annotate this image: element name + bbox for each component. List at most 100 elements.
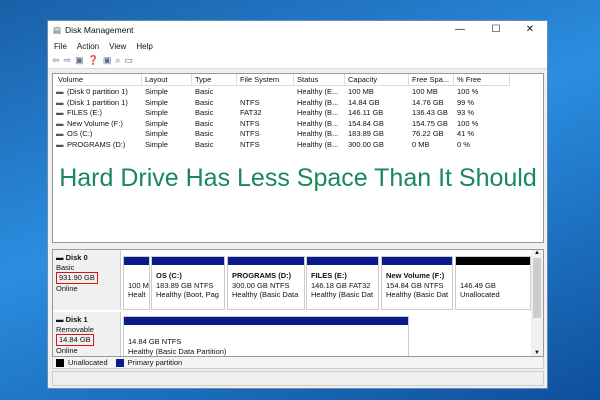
column-header[interactable]: Status xyxy=(294,74,345,86)
scroll-thumb[interactable] xyxy=(533,258,541,318)
partition[interactable]: OS (C:) 183.89 GB NTFS Healthy (Boot, Pag xyxy=(151,256,225,310)
partition-status: Healthy (Boot, Pag xyxy=(156,290,219,299)
partition[interactable]: PROGRAMS (D:) 300.00 GB NTFS Healthy (Basi… xyxy=(227,256,305,310)
unallocated-space[interactable]: 146.49 GB Unallocated xyxy=(455,256,531,310)
partition-size: 14.84 GB NTFS xyxy=(128,337,182,346)
column-header[interactable]: % Free xyxy=(454,74,510,86)
rescan-icon[interactable]: ⌕ xyxy=(115,55,120,66)
menu-help[interactable]: Help xyxy=(136,42,152,51)
app-icon: ▤ xyxy=(53,24,62,35)
column-header[interactable]: Type xyxy=(192,74,237,86)
partition-name: FILES (E:) xyxy=(311,271,347,280)
table-row[interactable]: ▬ OS (C:) Simple Basic NTFS Healthy (B... 183… xyxy=(53,129,543,140)
partition-info: OS (C:) 183.89 GB NTFS Healthy (Boot, Pag xyxy=(152,265,224,300)
table-cell: Basic xyxy=(195,97,214,107)
table-cell: PROGRAMS (D:) xyxy=(67,139,126,149)
legend: Unallocated Primary partition xyxy=(52,357,544,369)
volume-icon: ▬ xyxy=(56,118,64,128)
column-header[interactable]: Capacity xyxy=(345,74,409,86)
table-row[interactable]: ▬ FILES (E:) Simple Basic FAT32 Healthy (B..… xyxy=(53,108,543,119)
disk1-name: Disk 1 xyxy=(65,315,88,324)
primary-partition-bar xyxy=(152,257,224,265)
title-bar: ▤ Disk Management — ☐ ✕ xyxy=(48,21,547,39)
disk-management-window: ▤ Disk Management — ☐ ✕ File Action View… xyxy=(47,20,548,389)
disk-icon: ▬ xyxy=(56,315,66,324)
table-row[interactable]: ▬ New Volume (F:) Simple Basic NTFS Healthy … xyxy=(53,119,543,130)
window-title: Disk Management xyxy=(65,25,134,35)
table-cell: NTFS xyxy=(240,139,260,149)
table-cell: Simple xyxy=(145,139,168,149)
disk0-label[interactable]: ▬ Disk 0 Basic 931.90 GB Online xyxy=(53,250,121,310)
console-icon[interactable]: ▣ xyxy=(103,55,112,66)
menu-view[interactable]: View xyxy=(109,42,126,51)
table-cell: 100 MB xyxy=(412,87,438,96)
partition-name xyxy=(460,271,526,281)
vertical-scrollbar[interactable]: ▲ ▼ xyxy=(531,250,543,356)
settings-icon[interactable]: ▭ xyxy=(124,55,133,66)
partition-status: Healthy (Basic Data Partition) xyxy=(128,346,227,356)
menu-file[interactable]: File xyxy=(54,42,67,51)
partition[interactable]: FILES (E:) 146.18 GB FAT32 Healthy (Basic … xyxy=(306,256,379,310)
toolbar: ⇦ ⇨ ▣ ❓ ▣ ⌕ ▭ xyxy=(48,53,547,69)
partition-status: Unallocated xyxy=(460,290,500,299)
table-row[interactable]: ▬ PROGRAMS (D:) Simple Basic NTFS Healthy (B… xyxy=(53,140,543,151)
menu-action[interactable]: Action xyxy=(77,42,99,51)
partition-info: PROGRAMS (D:) 300.00 GB NTFS Healthy (Basi… xyxy=(228,265,304,300)
column-header[interactable]: File System xyxy=(237,74,294,86)
table-row[interactable]: ▬ (Disk 1 partition 1) Simple Basic NTFS Hea… xyxy=(53,98,543,109)
table-cell: 300.00 GB xyxy=(348,139,384,149)
disk-icon: ▬ xyxy=(56,253,66,262)
partition-info: 100 M Healt xyxy=(124,265,149,300)
disk1-label[interactable]: ▬ Disk 1 Removable 14.84 GB Online xyxy=(53,312,121,356)
volume-icon: ▬ xyxy=(56,87,64,96)
table-cell: New Volume (F:) xyxy=(67,118,123,128)
maximize-button[interactable]: ☐ xyxy=(481,21,511,39)
table-cell: 154.84 GB xyxy=(348,118,384,128)
partition-name: OS (C:) xyxy=(156,271,182,280)
table-cell: Simple xyxy=(145,129,168,138)
column-header[interactable]: Free Spa... xyxy=(409,74,454,86)
table-cell: NTFS xyxy=(240,97,260,107)
partition[interactable]: New Volume (F:) 154.84 GB NTFS Healthy (Ba… xyxy=(381,256,453,310)
disk-map: ▬ Disk 0 Basic 931.90 GB Online 100 M Hea… xyxy=(52,249,544,357)
partition-status: Healt xyxy=(128,290,146,299)
partition-status: Healthy (Basic Dat xyxy=(311,290,374,299)
table-cell: Simple xyxy=(145,108,168,117)
scroll-up-icon[interactable]: ▲ xyxy=(531,250,543,256)
volume-icon: ▬ xyxy=(56,139,64,149)
properties-icon[interactable]: ▣ xyxy=(75,55,84,66)
table-cell: 41 % xyxy=(457,129,475,138)
table-cell: Basic xyxy=(195,129,214,138)
disk1-partition[interactable]: 14.84 GB NTFS Healthy (Basic Data Partit… xyxy=(123,316,409,356)
table-cell: NTFS xyxy=(240,129,260,138)
disk0-size: 931.90 GB xyxy=(56,272,98,284)
disk0-name: Disk 0 xyxy=(65,253,88,262)
table-row[interactable]: ▬ (Disk 0 partition 1) Simple Basic Healthy… xyxy=(53,87,543,98)
back-icon[interactable]: ⇦ xyxy=(52,55,60,66)
column-header[interactable]: Volume xyxy=(55,74,142,86)
table-cell: Healthy (B... xyxy=(297,139,339,149)
table-cell: Healthy (B... xyxy=(297,129,339,138)
table-cell: Healthy (B... xyxy=(297,108,339,117)
scroll-down-icon[interactable]: ▼ xyxy=(531,350,543,356)
partition-size: 300.00 GB NTFS xyxy=(232,280,290,290)
partition-info: 146.49 GB Unallocated xyxy=(456,265,530,300)
table-cell: Basic xyxy=(195,118,214,128)
table-cell: FILES (E:) xyxy=(67,108,103,117)
partition[interactable]: 100 M Healt xyxy=(123,256,150,310)
help-icon[interactable]: ❓ xyxy=(88,55,99,66)
volume-icon: ▬ xyxy=(56,129,64,138)
partition-name: New Volume (F:) xyxy=(386,271,445,280)
partition-info: FILES (E:) 146.18 GB FAT32 Healthy (Basic … xyxy=(307,265,378,300)
forward-icon[interactable]: ⇨ xyxy=(64,55,72,66)
close-button[interactable]: ✕ xyxy=(515,21,545,39)
table-cell: Simple xyxy=(145,118,168,128)
partition-name: PROGRAMS (D:) xyxy=(232,271,292,280)
minimize-button[interactable]: — xyxy=(445,21,475,39)
unallocated-bar xyxy=(456,257,530,265)
column-header[interactable]: Layout xyxy=(142,74,192,86)
menu-bar: File Action View Help xyxy=(48,39,547,53)
table-cell: 100 % xyxy=(457,118,479,128)
table-cell: 136.43 GB xyxy=(412,108,448,117)
disk1-type: Removable xyxy=(56,324,94,334)
